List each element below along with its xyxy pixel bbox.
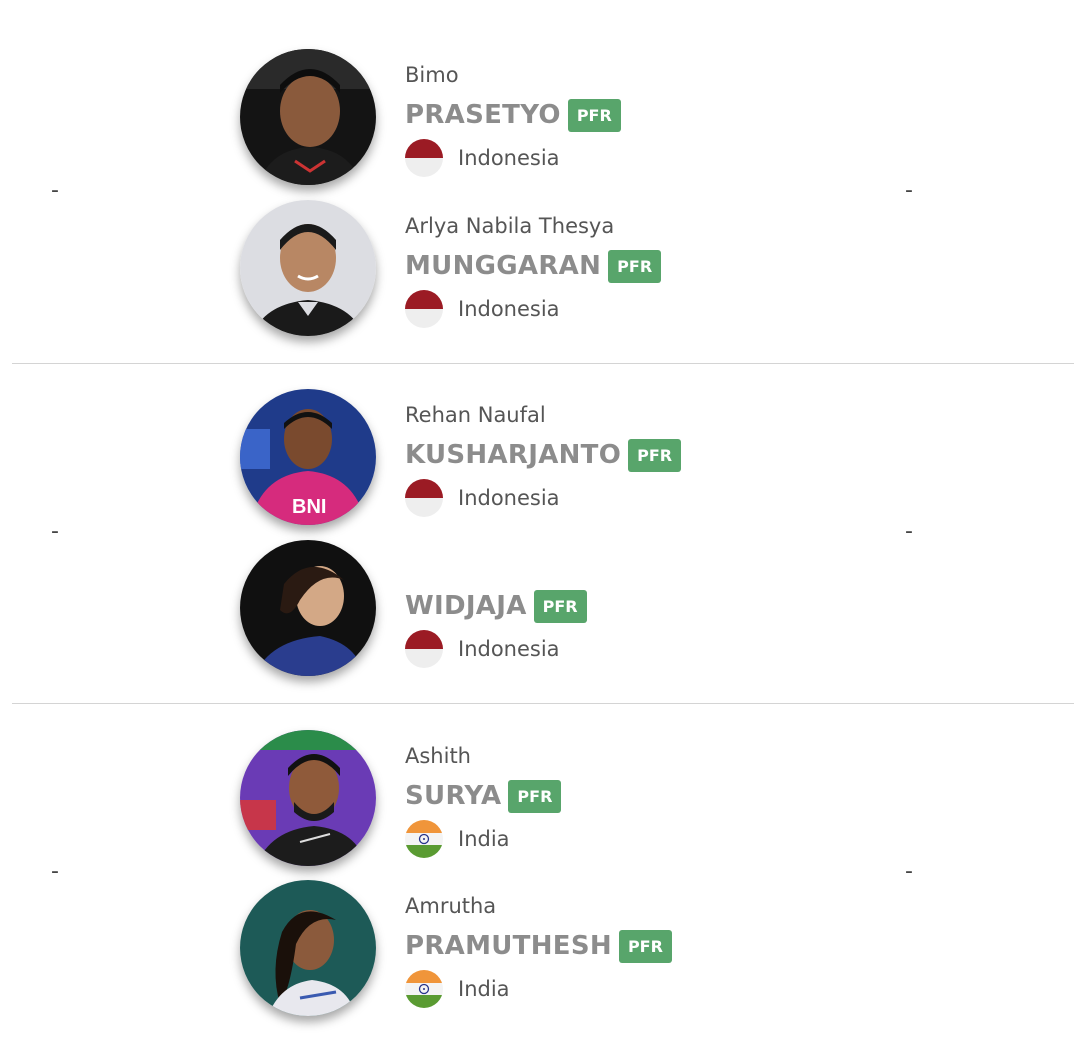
indonesia-flag-icon xyxy=(405,139,443,177)
player-card[interactable]: Bimo PRASETYO PFR Indonesia xyxy=(240,49,940,189)
score-left: - xyxy=(51,859,59,884)
india-flag-icon xyxy=(405,970,443,1008)
player-card[interactable]: Ashith SURYA PFR India xyxy=(240,730,940,870)
country-name: India xyxy=(458,977,510,1001)
player-avatar[interactable] xyxy=(240,730,376,866)
player-name-row: PRAMUTHESH PFR xyxy=(405,929,672,963)
pfr-badge: PFR xyxy=(618,929,672,963)
player-card[interactable]: BNI Rehan Naufal KUSHARJANTO PFR Indones… xyxy=(240,389,940,529)
country-name: Indonesia xyxy=(458,486,560,510)
player-name-row: WIDJAJA PFR xyxy=(405,589,587,623)
player-first-name: Rehan Naufal xyxy=(405,403,546,427)
player-name-row: SURYA PFR xyxy=(405,779,562,813)
player-last-name[interactable]: PRAMUTHESH xyxy=(405,931,612,961)
country-name: Indonesia xyxy=(458,146,560,170)
player-card[interactable]: Amrutha PRAMUTHESH PFR India xyxy=(240,880,940,1020)
player-country: Indonesia xyxy=(405,290,560,328)
player-first-name: Arlya Nabila Thesya xyxy=(405,214,615,238)
player-avatar[interactable] xyxy=(240,540,376,676)
player-last-name[interactable]: PRASETYO xyxy=(405,100,561,130)
player-country: Indonesia xyxy=(405,479,560,517)
pfr-badge: PFR xyxy=(533,589,587,623)
pfr-badge: PFR xyxy=(567,98,621,132)
player-first-name: Bimo xyxy=(405,63,459,87)
player-country: Indonesia xyxy=(405,139,560,177)
pfr-badge: PFR xyxy=(508,779,562,813)
player-last-name[interactable]: SURYA xyxy=(405,781,501,811)
indonesia-flag-icon xyxy=(405,290,443,328)
pfr-badge: PFR xyxy=(608,249,662,283)
player-country: India xyxy=(405,970,510,1008)
match-row: - - BNI Rehan Naufal KUSHARJANTO PFR Ind… xyxy=(0,364,1074,704)
indonesia-flag-icon xyxy=(405,630,443,668)
player-avatar[interactable] xyxy=(240,200,376,336)
player-country: India xyxy=(405,820,510,858)
country-name: India xyxy=(458,827,510,851)
match-row: - - Bimo PRASETYO PFR Indonesia Arlya Na… xyxy=(0,24,1074,364)
match-row: - - Ashith SURYA PFR India Amrutha PRAMU… xyxy=(0,704,1074,1044)
player-name-row: PRASETYO PFR xyxy=(405,98,621,132)
player-avatar[interactable] xyxy=(240,49,376,185)
pfr-badge: PFR xyxy=(628,438,682,472)
country-name: Indonesia xyxy=(458,637,560,661)
player-last-name[interactable]: MUNGGARAN xyxy=(405,251,601,281)
player-first-name: Ashith xyxy=(405,744,471,768)
player-last-name[interactable]: KUSHARJANTO xyxy=(405,440,621,470)
player-name-row: MUNGGARAN PFR xyxy=(405,249,662,283)
player-card[interactable]: Arlya Nabila Thesya MUNGGARAN PFR Indone… xyxy=(240,200,940,340)
player-last-name[interactable]: WIDJAJA xyxy=(405,591,527,621)
player-first-name: Amrutha xyxy=(405,894,497,918)
score-left: - xyxy=(51,178,59,203)
india-flag-icon xyxy=(405,820,443,858)
player-avatar[interactable]: BNI xyxy=(240,389,376,525)
player-card[interactable]: WIDJAJA PFR Indonesia xyxy=(240,540,940,680)
player-name-row: KUSHARJANTO PFR xyxy=(405,438,682,472)
score-left: - xyxy=(51,519,59,544)
svg-text:BNI: BNI xyxy=(292,496,326,518)
player-country: Indonesia xyxy=(405,630,560,668)
player-avatar[interactable] xyxy=(240,880,376,1016)
indonesia-flag-icon xyxy=(405,479,443,517)
country-name: Indonesia xyxy=(458,297,560,321)
